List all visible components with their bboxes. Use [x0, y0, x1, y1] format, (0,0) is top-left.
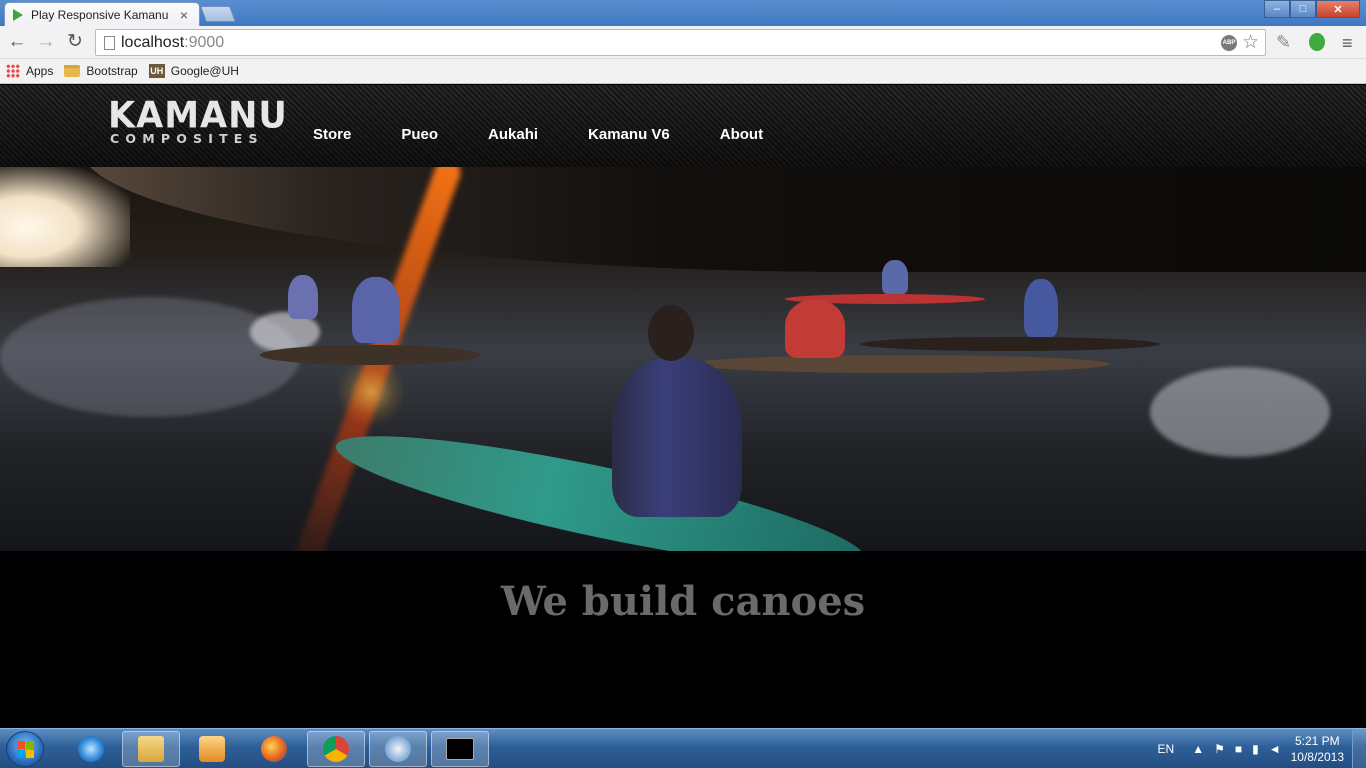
file-explorer-icon	[138, 736, 164, 762]
uh-icon: UH	[148, 64, 165, 78]
evernote-extension-icon[interactable]	[1309, 33, 1325, 51]
reload-button[interactable]: ↻	[64, 31, 86, 53]
language-indicator[interactable]: EN	[1158, 742, 1175, 756]
eyedropper-extension-icon[interactable]: ✎	[1276, 32, 1291, 53]
taskbar-app[interactable]	[369, 731, 427, 767]
nav-store[interactable]: Store	[313, 126, 351, 143]
hero-cliff	[80, 167, 1366, 272]
site-header: KAMANU COMPOSITES Store Pueo Aukahi Kama…	[0, 85, 1366, 167]
browser-titlebar: Play Responsive Kamanu × – □ ✕	[0, 0, 1366, 26]
nav-aukahi[interactable]: Aukahi	[488, 126, 538, 143]
lens-flare-ring	[336, 357, 406, 427]
bookmarks-bar: Apps Bootstrap UH Google@UH	[0, 59, 1366, 84]
close-window-button[interactable]: ✕	[1316, 0, 1360, 18]
bookmark-label: Google@UH	[170, 64, 239, 78]
internet-explorer-icon	[78, 736, 104, 762]
start-button[interactable]	[6, 731, 44, 767]
window-controls: – □ ✕	[1264, 0, 1360, 18]
action-center-flag-icon[interactable]: ⚑	[1214, 742, 1225, 756]
taskbar-internet-explorer[interactable]	[62, 731, 120, 767]
kamanu-logo[interactable]: KAMANU COMPOSITES	[108, 95, 288, 145]
chrome-icon	[323, 736, 349, 762]
canoe-hull-foreground	[328, 411, 872, 551]
back-button[interactable]: ←	[6, 31, 28, 53]
show-desktop-button[interactable]	[1352, 729, 1366, 768]
taskbar-command-prompt[interactable]	[431, 731, 489, 767]
canoe-hull	[690, 355, 1110, 373]
tab-title: Play Responsive Kamanu	[31, 7, 169, 22]
paddler	[288, 275, 318, 319]
system-tray: EN ▲ ⚑ ■ ▮ ◄ 5:21 PM 10/8/2013	[1158, 729, 1366, 768]
app-icon	[385, 736, 411, 762]
logo-main-text: KAMANU	[108, 95, 288, 137]
tab-close-icon[interactable]: ×	[177, 7, 191, 23]
address-bar[interactable]: localhost:9000 ABP ☆	[95, 29, 1266, 56]
paddler	[352, 277, 400, 343]
nav-kamanu-v6[interactable]: Kamanu V6	[588, 126, 670, 143]
nav-about[interactable]: About	[720, 126, 763, 143]
url-port: :9000	[184, 33, 225, 51]
adblock-icon[interactable]: ABP	[1221, 35, 1237, 51]
canoe-hull	[860, 337, 1160, 351]
paddler	[1024, 279, 1058, 337]
show-hidden-icons-icon[interactable]: ▲	[1192, 742, 1204, 756]
command-prompt-icon	[446, 738, 474, 760]
network-signal-icon[interactable]: ▮	[1252, 742, 1259, 756]
paddler	[785, 300, 845, 358]
paddler	[882, 260, 908, 294]
bookmark-apps[interactable]: Apps	[6, 64, 53, 78]
browser-toolbar: ← → ↻ localhost:9000 ABP ☆	[0, 26, 1366, 59]
tagline: We build canoes	[500, 578, 866, 625]
bookmark-google-uh[interactable]: UH Google@UH	[148, 64, 239, 78]
bookmark-star-icon[interactable]: ☆	[1242, 31, 1259, 54]
media-player-icon	[199, 736, 225, 762]
browser-tab[interactable]: Play Responsive Kamanu ×	[4, 2, 200, 26]
play-favicon-icon	[13, 8, 23, 21]
taskbar-firefox[interactable]	[245, 731, 303, 767]
apps-grid-icon	[6, 64, 20, 78]
paddler-foreground	[612, 357, 742, 517]
bookmark-bootstrap[interactable]: Bootstrap	[64, 64, 138, 78]
clock-time: 5:21 PM	[1294, 734, 1340, 748]
url-text: localhost:9000	[121, 34, 224, 52]
water-splash	[1150, 367, 1330, 457]
clock-date: 10/8/2013	[1290, 750, 1344, 764]
volume-muted-icon[interactable]: ◄	[1269, 742, 1281, 756]
bookmark-label: Apps	[26, 64, 54, 78]
paddler-head	[648, 305, 694, 361]
main-nav: Store Pueo Aukahi Kamanu V6 About	[313, 126, 813, 143]
forward-button[interactable]: →	[35, 31, 57, 53]
windows-taskbar: EN ▲ ⚑ ■ ▮ ◄ 5:21 PM 10/8/2013	[0, 728, 1366, 768]
url-host: localhost	[121, 33, 185, 51]
windows-logo-icon	[17, 741, 34, 758]
water-highlight	[0, 297, 300, 417]
taskbar-chrome[interactable]	[307, 731, 365, 767]
security-icon[interactable]: ■	[1235, 742, 1242, 756]
hero-sky-glow	[0, 167, 130, 267]
clock[interactable]: 5:21 PM 10/8/2013	[1291, 733, 1344, 765]
minimize-button[interactable]: –	[1264, 0, 1290, 18]
canoe-hull	[260, 345, 480, 365]
folder-icon	[64, 65, 81, 77]
taskbar-file-explorer[interactable]	[122, 731, 180, 767]
maximize-button[interactable]: □	[1290, 0, 1316, 18]
chrome-menu-icon[interactable]: ≡	[1342, 33, 1353, 54]
nav-pueo[interactable]: Pueo	[401, 126, 438, 143]
bookmark-label: Bootstrap	[86, 64, 138, 78]
firefox-icon	[261, 736, 287, 762]
hero-image	[0, 167, 1366, 551]
page-icon	[104, 35, 115, 50]
taskbar-media-player[interactable]	[183, 731, 241, 767]
new-tab-button[interactable]	[200, 6, 236, 22]
